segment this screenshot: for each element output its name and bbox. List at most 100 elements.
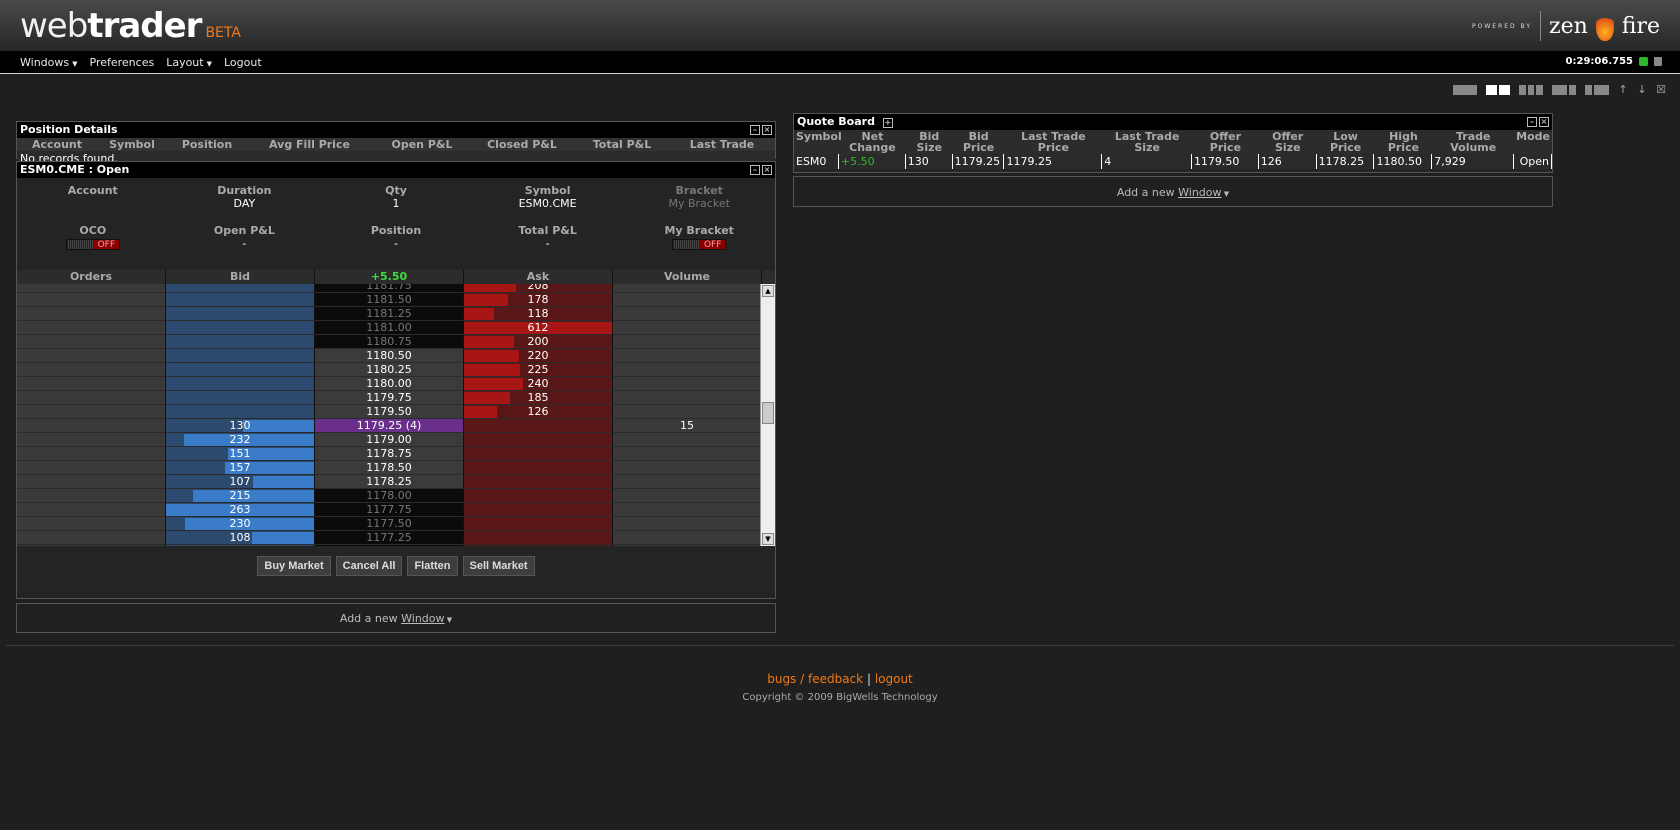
ask-cell[interactable] xyxy=(464,447,613,461)
bid-cell[interactable]: 108 xyxy=(166,531,315,545)
account-field[interactable]: Account xyxy=(17,184,169,224)
minimize-icon[interactable]: – xyxy=(750,165,760,175)
scroll-thumb[interactable] xyxy=(762,402,774,424)
arrow-down-icon[interactable]: ↓ xyxy=(1637,83,1647,96)
duration-field[interactable]: Duration DAY xyxy=(169,184,321,224)
col-mode[interactable]: Mode xyxy=(1514,130,1552,154)
menu-layout[interactable]: Layout ▼ xyxy=(166,56,212,69)
arrow-up-icon[interactable]: ↑ xyxy=(1618,83,1628,96)
ask-cell[interactable]: 612 xyxy=(464,321,613,335)
oco-toggle[interactable]: OFF xyxy=(65,239,120,250)
close-icon[interactable]: × xyxy=(1539,117,1549,127)
table-row[interactable]: 130 1179.25 (4) 15 xyxy=(17,419,762,433)
ask-cell[interactable]: 178 xyxy=(464,293,613,307)
orders-cell[interactable] xyxy=(17,503,166,517)
col-net-change[interactable]: Net Change xyxy=(839,130,906,154)
col-total-pl[interactable]: Total P&L xyxy=(572,138,672,151)
table-row[interactable]: 1180.50 220 xyxy=(17,349,762,363)
bid-cell[interactable] xyxy=(166,284,315,293)
ask-cell[interactable] xyxy=(464,433,613,447)
ladder-scrollbar[interactable]: ▲ ▼ xyxy=(760,284,775,546)
bid-cell[interactable]: 263 xyxy=(166,503,315,517)
orders-cell[interactable] xyxy=(17,391,166,405)
orders-cell[interactable] xyxy=(17,349,166,363)
bid-cell[interactable]: 157 xyxy=(166,461,315,475)
table-row[interactable]: ESM0 +5.50 130 1179.25 1179.25 4 1179.50… xyxy=(794,154,1552,169)
col-high-price[interactable]: High Price xyxy=(1375,130,1433,154)
col-last-trade-size[interactable]: Last Trade Size xyxy=(1102,130,1192,154)
add-window-link[interactable]: Window xyxy=(1178,186,1221,199)
bid-cell[interactable] xyxy=(166,349,315,363)
col-last-trade[interactable]: Last Trade xyxy=(672,138,772,151)
orders-cell[interactable] xyxy=(17,461,166,475)
orders-cell[interactable] xyxy=(17,545,166,546)
orders-cell[interactable] xyxy=(17,321,166,335)
bid-cell[interactable]: 151 xyxy=(166,447,315,461)
ask-cell[interactable]: 200 xyxy=(464,335,613,349)
col-low-price[interactable]: Low Price xyxy=(1317,130,1375,154)
table-row[interactable]: 107 1178.25 xyxy=(17,475,762,489)
bid-cell[interactable] xyxy=(166,391,315,405)
table-row[interactable]: 1179.50 126 xyxy=(17,405,762,419)
add-symbol-icon[interactable]: + xyxy=(882,118,893,128)
table-row[interactable]: 1181.25 118 xyxy=(17,307,762,321)
ask-cell[interactable]: 240 xyxy=(464,377,613,391)
bid-cell[interactable] xyxy=(166,293,315,307)
buy-market-button[interactable]: Buy Market xyxy=(257,556,331,576)
col-open-pl[interactable]: Open P&L xyxy=(372,138,472,151)
ask-cell[interactable]: 118 xyxy=(464,307,613,321)
ask-cell[interactable]: 185 xyxy=(464,391,613,405)
orders-cell[interactable] xyxy=(17,377,166,391)
bid-cell[interactable]: 107 xyxy=(166,475,315,489)
ask-cell[interactable] xyxy=(464,531,613,545)
ask-cell[interactable] xyxy=(464,503,613,517)
table-row[interactable]: 1180.75 200 xyxy=(17,335,762,349)
bid-cell[interactable]: 130 xyxy=(166,419,315,433)
col-closed-pl[interactable]: Closed P&L xyxy=(472,138,572,151)
bid-cell[interactable] xyxy=(166,377,315,391)
bid-cell[interactable]: 230 xyxy=(166,517,315,531)
orders-cell[interactable] xyxy=(17,284,166,293)
menu-preferences[interactable]: Preferences xyxy=(90,56,155,69)
minimize-icon[interactable]: – xyxy=(750,125,760,135)
col-offer-price[interactable]: Offer Price xyxy=(1192,130,1259,154)
orders-cell[interactable] xyxy=(17,293,166,307)
layout-wide-right-icon[interactable] xyxy=(1585,84,1609,95)
orders-cell[interactable] xyxy=(17,531,166,545)
bid-cell[interactable]: 232 xyxy=(166,433,315,447)
table-row[interactable]: 157 1178.50 xyxy=(17,461,762,475)
table-row[interactable]: 1181.75 208 xyxy=(17,284,762,293)
close-icon[interactable]: × xyxy=(762,165,772,175)
table-row[interactable]: 230 1177.50 xyxy=(17,517,762,531)
qty-field[interactable]: Qty 1 xyxy=(320,184,472,224)
orders-cell[interactable] xyxy=(17,405,166,419)
ask-cell[interactable] xyxy=(464,489,613,503)
col-account[interactable]: Account xyxy=(17,138,97,151)
table-row[interactable]: 1181.50 178 xyxy=(17,293,762,307)
orders-cell[interactable] xyxy=(17,489,166,503)
bid-cell[interactable]: 215 xyxy=(166,489,315,503)
bid-cell[interactable] xyxy=(166,335,315,349)
col-symbol[interactable]: Symbol xyxy=(97,138,167,151)
bugs-feedback-link[interactable]: bugs / feedback xyxy=(767,672,863,686)
col-position[interactable]: Position xyxy=(167,138,247,151)
scroll-up-icon[interactable]: ▲ xyxy=(762,285,774,297)
my-bracket-toggle[interactable]: OFF xyxy=(672,239,727,250)
col-last-trade-price[interactable]: Last Trade Price xyxy=(1005,130,1103,154)
col-bid-price[interactable]: Bid Price xyxy=(953,130,1005,154)
table-row[interactable]: 1180.25 225 xyxy=(17,363,762,377)
layout-two-column-icon[interactable] xyxy=(1486,84,1510,95)
layout-wide-left-icon[interactable] xyxy=(1552,84,1576,95)
table-row[interactable]: 1181.00 612 xyxy=(17,321,762,335)
ask-cell[interactable] xyxy=(464,475,613,489)
col-symbol[interactable]: Symbol xyxy=(794,130,842,154)
minimize-icon[interactable]: – xyxy=(1527,117,1537,127)
orders-cell[interactable] xyxy=(17,475,166,489)
add-window-link[interactable]: Window xyxy=(401,612,444,625)
table-row[interactable]: 215 1178.00 xyxy=(17,489,762,503)
ask-cell[interactable] xyxy=(464,517,613,531)
menu-logout[interactable]: Logout xyxy=(224,56,262,69)
table-row[interactable]: 263 1177.75 xyxy=(17,503,762,517)
logout-link[interactable]: logout xyxy=(875,672,913,686)
close-icon[interactable]: × xyxy=(762,125,772,135)
